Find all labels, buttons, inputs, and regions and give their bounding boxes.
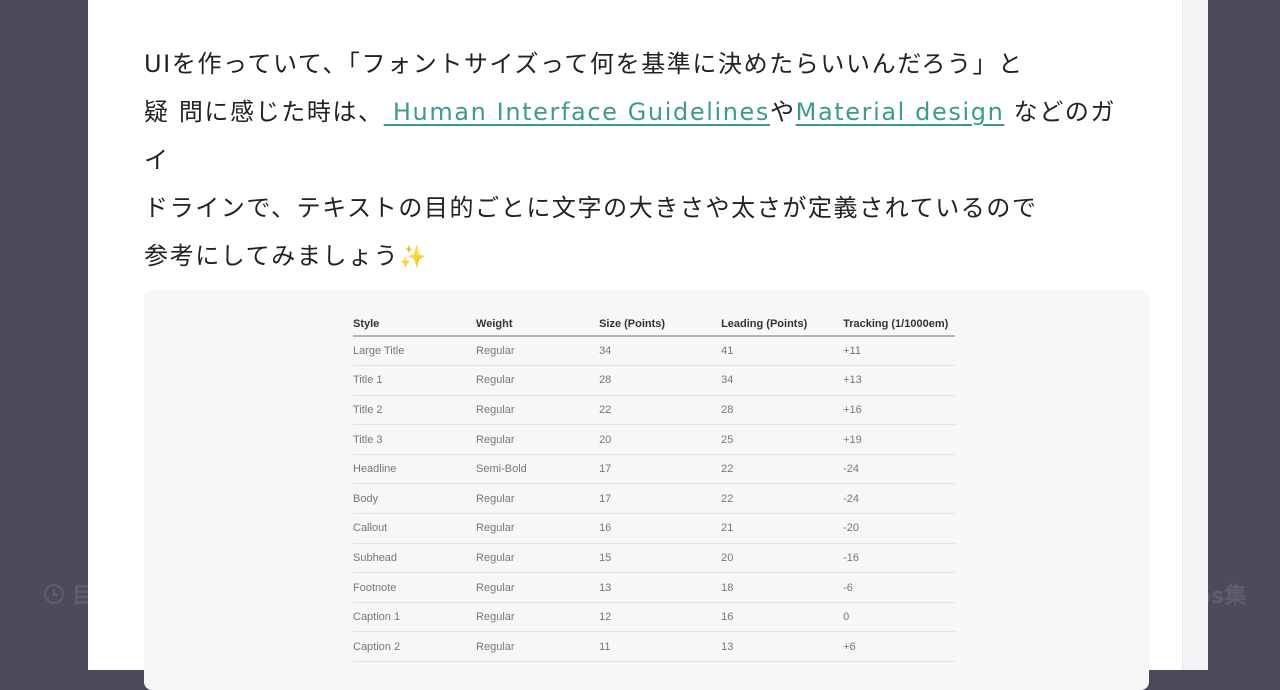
- cell-leading: 34: [721, 365, 844, 396]
- header-size: Size (Points): [599, 300, 722, 337]
- background-nav-item: 目: [44, 578, 94, 610]
- line2-prefix: 疑 問に感じた時は、: [144, 98, 384, 126]
- cell-style: Caption 2: [353, 631, 477, 663]
- cell-weight: Regular: [476, 365, 600, 396]
- table-row: Headline Semi-Bold 17 22 -24: [353, 454, 955, 485]
- table-row: Callout Regular 16 21 -20: [353, 513, 955, 544]
- connector-text: や: [770, 98, 796, 126]
- cell-style: Caption 1: [353, 602, 477, 633]
- cell-tracking: +16: [843, 395, 955, 426]
- line4-text: 参考にしてみましょう: [144, 242, 400, 270]
- header-leading: Leading (Points): [721, 300, 844, 337]
- cell-size: 17: [599, 454, 722, 485]
- cell-weight: Regular: [476, 424, 600, 455]
- cell-tracking: -24: [843, 483, 955, 515]
- cell-weight: Regular: [476, 572, 600, 603]
- cell-leading: 20: [721, 543, 844, 574]
- table-header-row: Style Weight Size (Points) Leading (Poin…: [353, 300, 955, 337]
- cell-style: Footnote: [353, 572, 477, 603]
- cell-size: 13: [599, 572, 722, 603]
- cell-tracking: +11: [843, 336, 955, 367]
- paragraph-line-1: UIを作っていて、「フォントサイズって何を基準に決めたらいいんだろう」と: [144, 50, 1024, 78]
- cell-size: 15: [599, 543, 722, 574]
- cell-style: Body: [353, 483, 477, 515]
- cell-style: Headline: [353, 454, 477, 485]
- table-row: Large Title Regular 34 41 +11: [353, 336, 955, 367]
- table-row: Subhead Regular 15 20 -16: [353, 543, 955, 574]
- cell-weight: Regular: [476, 336, 600, 367]
- cell-style: Large Title: [353, 336, 477, 367]
- typography-table-image: Style Weight Size (Points) Leading (Poin…: [144, 290, 1149, 690]
- cell-size: 17: [599, 483, 722, 515]
- cell-tracking: -24: [843, 454, 955, 485]
- article-paragraph: UIを作っていて、「フォントサイズって何を基準に決めたらいいんだろう」と 疑 問…: [144, 40, 1134, 282]
- cell-weight: Regular: [476, 395, 600, 426]
- cell-leading: 13: [721, 631, 844, 663]
- cell-leading: 22: [721, 483, 844, 515]
- table-row: Title 1 Regular 28 34 +13: [353, 365, 955, 396]
- cell-style: Title 3: [353, 424, 477, 455]
- header-weight: Weight: [476, 300, 600, 337]
- cell-tracking: +19: [843, 424, 955, 455]
- cell-size: 12: [599, 602, 722, 633]
- cell-size: 16: [599, 513, 722, 544]
- typography-table: Style Weight Size (Points) Leading (Poin…: [353, 300, 955, 663]
- paragraph-line-4: 参考にしてみましょう✨: [144, 232, 1134, 282]
- cell-style: Title 1: [353, 365, 477, 396]
- article-modal: UIを作っていて、「フォントサイズって何を基準に決めたらいいんだろう」と 疑 問…: [88, 0, 1208, 690]
- table-row: Caption 1 Regular 12 16 0: [353, 602, 955, 633]
- table-row: Body Regular 17 22 -24: [353, 483, 955, 515]
- cell-weight: Regular: [476, 513, 600, 544]
- table-row: Footnote Regular 13 18 -6: [353, 572, 955, 603]
- cell-weight: Regular: [476, 631, 600, 663]
- cell-tracking: +13: [843, 365, 955, 396]
- cell-tracking: -20: [843, 513, 955, 544]
- cell-size: 22: [599, 395, 722, 426]
- cell-weight: Regular: [476, 483, 600, 515]
- cell-tracking: -16: [843, 543, 955, 574]
- cell-tracking: +6: [843, 631, 955, 663]
- sparkle-icon: ✨: [399, 245, 429, 270]
- cell-leading: 18: [721, 572, 844, 603]
- paragraph-line-3: ドラインで、テキストの目的ごとに文字の大きさや太さが定義されているので: [144, 194, 1038, 222]
- paragraph-line-2: 疑 問に感じた時は、 Human Interface GuidelinesやMa…: [144, 88, 1134, 184]
- cell-weight: Regular: [476, 602, 600, 633]
- cell-style: Callout: [353, 513, 477, 544]
- cell-leading: 22: [721, 454, 844, 485]
- cell-leading: 41: [721, 336, 844, 367]
- table-row: Title 3 Regular 20 25 +19: [353, 424, 955, 455]
- cell-leading: 16: [721, 602, 844, 633]
- human-interface-guidelines-link[interactable]: Human Interface Guidelines: [384, 98, 770, 126]
- cell-size: 20: [599, 424, 722, 455]
- cell-tracking: -6: [843, 572, 955, 603]
- cell-size: 28: [599, 365, 722, 396]
- header-tracking: Tracking (1/1000em): [843, 300, 955, 337]
- table-row: Title 2 Regular 22 28 +16: [353, 395, 955, 426]
- modal-scroll-edge: [1182, 0, 1208, 670]
- cell-size: 34: [599, 336, 722, 367]
- clock-icon: [44, 584, 64, 604]
- cell-style: Subhead: [353, 543, 477, 574]
- header-style: Style: [353, 300, 477, 337]
- material-design-link[interactable]: Material design: [796, 98, 1005, 126]
- table-row: Caption 2 Regular 11 13 +6: [353, 631, 955, 663]
- cell-leading: 28: [721, 395, 844, 426]
- cell-leading: 25: [721, 424, 844, 455]
- cell-tracking: 0: [843, 602, 955, 633]
- cell-weight: Semi-Bold: [476, 454, 600, 485]
- cell-leading: 21: [721, 513, 844, 544]
- cell-weight: Regular: [476, 543, 600, 574]
- cell-style: Title 2: [353, 395, 477, 426]
- cell-size: 11: [599, 631, 722, 663]
